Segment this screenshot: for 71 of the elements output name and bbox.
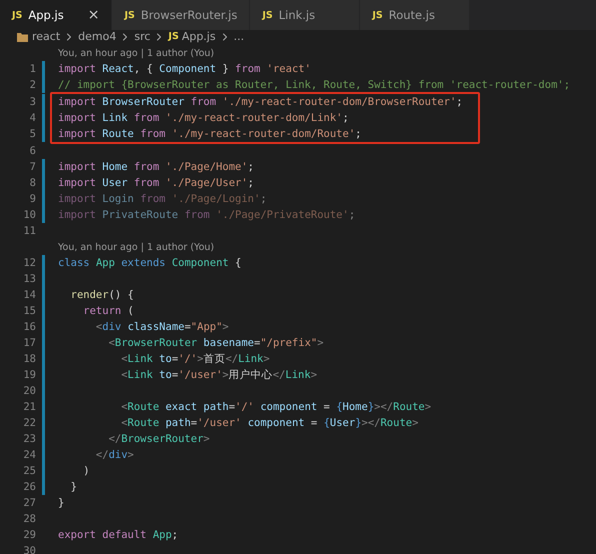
code-line: }	[58, 497, 64, 509]
line-number: 22	[22, 417, 36, 429]
code-line: <Route path='/user' component = {User}></Route>	[120, 417, 418, 429]
line-number: 4	[28, 112, 36, 124]
line-number: 13	[22, 273, 36, 285]
line-number: 1	[28, 63, 36, 75]
line-number: 29	[22, 529, 36, 541]
line-number: 7	[28, 161, 36, 173]
code-line: import Login from './Page/Login';	[58, 193, 267, 205]
code-line: )	[82, 465, 90, 477]
code-line: <div className="App">	[94, 321, 229, 333]
line-number: 17	[22, 337, 36, 349]
codelens-text[interactable]: You, an hour ago | 1 author (You)	[0, 239, 596, 255]
code-line: class App extends Component {	[58, 257, 242, 269]
editor-tab[interactable]: JS Link.js	[250, 0, 360, 30]
line-number: 6	[28, 145, 36, 157]
code-line: <BrowserRouter basename="/prefix">	[108, 337, 324, 349]
line-number: 16	[22, 321, 36, 333]
code-line: import PrivateRoute from './Page/PrivateRoute';	[58, 209, 356, 221]
code-line: import Home from './Page/Home';	[58, 161, 254, 173]
codelens-text[interactable]: You, an hour ago | 1 author (You)	[0, 45, 596, 61]
breadcrumb-item[interactable]: ...	[234, 30, 244, 43]
line-number: 18	[22, 353, 36, 365]
editor-tab[interactable]: JS BrowserRouter.js	[112, 0, 250, 30]
code-line: import Route from './my-react-router-dom/Route';	[58, 128, 362, 140]
code-line: export default App;	[58, 529, 178, 541]
line-number: 12	[22, 257, 36, 269]
code-line: // import {BrowserRouter as Router, Link, Route, Switch} from 'react-router-dom';	[58, 79, 570, 91]
line-number: 27	[22, 497, 36, 509]
code-line: }	[70, 481, 77, 493]
code-line: import User from './Page/User';	[58, 177, 254, 189]
line-number: 10	[22, 209, 36, 221]
js-file-icon: JS	[124, 10, 135, 20]
js-file-icon: JS	[168, 31, 179, 42]
js-file-icon: JS	[372, 10, 383, 20]
line-number: 2	[28, 79, 36, 91]
code-line: <Route exact path='/' component = {Home}></Route>	[120, 401, 432, 413]
code-line: import Link from './my-react-router-dom/Link';	[58, 112, 349, 124]
code-line: render() {	[70, 289, 134, 301]
line-number: 3	[28, 96, 36, 108]
breadcrumb-item[interactable]: demo4	[78, 30, 116, 43]
code-line: import React, { Component } from 'react'	[58, 63, 311, 75]
code-line: return (	[82, 305, 134, 317]
breadcrumb-item[interactable]: App.js	[182, 30, 216, 43]
line-number: 9	[28, 193, 36, 205]
line-number: 19	[22, 369, 36, 381]
line-number: 30	[22, 545, 36, 554]
line-number: 28	[22, 513, 36, 525]
line-number: 14	[22, 289, 36, 301]
code-line: </BrowserRouter>	[108, 433, 210, 445]
code-line: <Link to='/'>首页</Link>	[120, 352, 270, 366]
line-number: 25	[22, 465, 36, 477]
code-line: import BrowserRouter from './my-react-router-dom/BrowserRouter';	[58, 96, 463, 108]
line-number: 8	[28, 177, 36, 189]
js-file-icon: JS	[12, 10, 22, 20]
js-file-icon: JS	[262, 10, 273, 20]
line-number: 23	[22, 433, 36, 445]
code-line: </div>	[94, 449, 134, 461]
line-number: 21	[22, 401, 36, 413]
code-line: <Link to='/user'>用户中心</Link>	[120, 368, 318, 382]
editor-tab[interactable]: JS Route.js	[360, 0, 470, 30]
line-number: 15	[22, 305, 36, 317]
line-number: 26	[22, 481, 36, 493]
close-icon[interactable]: ×	[70, 7, 100, 23]
line-number: 24	[22, 449, 36, 461]
breadcrumb-item[interactable]: react	[32, 30, 60, 43]
line-number: 11	[22, 225, 36, 237]
breadcrumb-item[interactable]: src	[134, 30, 150, 43]
editor-tab[interactable]: JS App.js ×	[0, 0, 112, 30]
line-number: 5	[28, 128, 36, 140]
line-number: 20	[22, 385, 36, 397]
